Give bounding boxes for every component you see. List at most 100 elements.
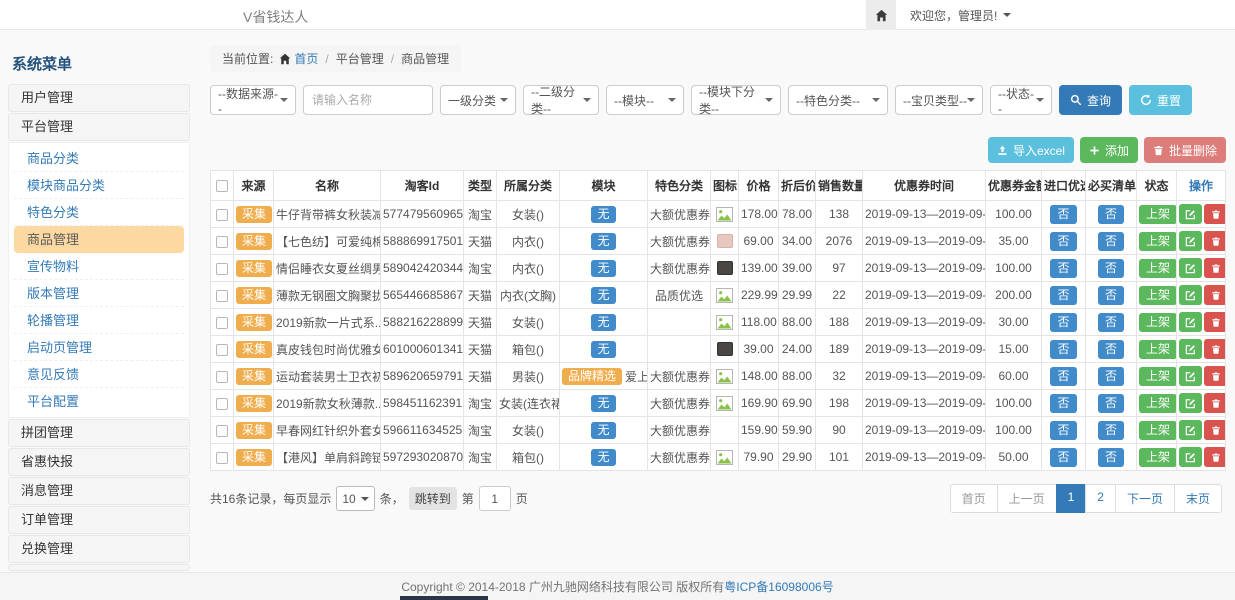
pager-button-1[interactable]: 1 xyxy=(1056,484,1087,513)
edit-button[interactable] xyxy=(1179,393,1202,413)
sidebar-item-意见反馈[interactable]: 意见反馈 xyxy=(14,361,184,388)
import-select-toggle[interactable]: 否 xyxy=(1050,313,1076,332)
import-select-toggle[interactable]: 否 xyxy=(1050,448,1076,467)
sidebar-group-clipped[interactable] xyxy=(8,564,190,571)
page-size-select[interactable]: 10 xyxy=(336,486,374,511)
sidebar-group-消息管理[interactable]: 消息管理 xyxy=(8,477,190,505)
sidebar-item-特色分类[interactable]: 特色分类 xyxy=(14,199,184,226)
must-buy-toggle[interactable]: 否 xyxy=(1098,313,1124,332)
must-buy-toggle[interactable]: 否 xyxy=(1098,286,1124,305)
status-toggle[interactable]: 上架 xyxy=(1139,313,1177,332)
must-buy-toggle[interactable]: 否 xyxy=(1098,394,1124,413)
pager-button-首页[interactable]: 首页 xyxy=(950,484,998,513)
status-toggle[interactable]: 上架 xyxy=(1139,421,1177,440)
delete-button[interactable] xyxy=(1204,285,1226,305)
status-toggle[interactable]: 上架 xyxy=(1139,286,1177,305)
status-toggle[interactable]: 上架 xyxy=(1139,259,1177,278)
sidebar-item-版本管理[interactable]: 版本管理 xyxy=(14,280,184,307)
filter-select-8[interactable]: --状态-- xyxy=(990,85,1052,115)
sidebar-group-兑换管理[interactable]: 兑换管理 xyxy=(8,535,190,563)
pager-button-上一页[interactable]: 上一页 xyxy=(997,484,1057,513)
filter-select-2[interactable]: 一级分类 xyxy=(440,85,516,115)
name-search-input[interactable] xyxy=(303,85,433,115)
pager-button-末页[interactable]: 末页 xyxy=(1174,484,1222,513)
batch-delete-button[interactable]: 批量删除 xyxy=(1144,137,1226,163)
breadcrumb-home-link[interactable]: 首页 xyxy=(294,50,318,67)
delete-button[interactable] xyxy=(1204,447,1226,467)
sidebar-group-拼团管理[interactable]: 拼团管理 xyxy=(8,419,190,447)
filter-select-6[interactable]: --特色分类-- xyxy=(788,85,888,115)
sidebar-item-平台配置[interactable]: 平台配置 xyxy=(14,388,184,415)
jump-page-input[interactable] xyxy=(479,486,511,511)
status-toggle[interactable]: 上架 xyxy=(1139,232,1177,251)
sidebar-group-订单管理[interactable]: 订单管理 xyxy=(8,506,190,534)
sidebar-item-轮播管理[interactable]: 轮播管理 xyxy=(14,307,184,334)
must-buy-toggle[interactable]: 否 xyxy=(1098,448,1124,467)
status-toggle[interactable]: 上架 xyxy=(1139,205,1177,224)
icp-link[interactable]: 粤ICP备16098006号 xyxy=(724,578,833,595)
home-button[interactable] xyxy=(866,0,896,30)
filter-select-3[interactable]: --二级分类-- xyxy=(523,85,599,115)
row-checkbox[interactable] xyxy=(216,209,228,221)
sidebar-group-用户管理[interactable]: 用户管理 xyxy=(8,84,190,112)
row-checkbox[interactable] xyxy=(216,452,228,464)
pager-button-下一页[interactable]: 下一页 xyxy=(1115,484,1175,513)
edit-button[interactable] xyxy=(1179,258,1202,278)
import-select-toggle[interactable]: 否 xyxy=(1050,232,1076,251)
delete-button[interactable] xyxy=(1204,204,1226,224)
status-toggle[interactable]: 上架 xyxy=(1139,367,1177,386)
sidebar-group-平台管理[interactable]: 平台管理 xyxy=(8,113,190,141)
status-toggle[interactable]: 上架 xyxy=(1139,394,1177,413)
delete-button[interactable] xyxy=(1204,231,1226,251)
must-buy-toggle[interactable]: 否 xyxy=(1098,340,1124,359)
edit-button[interactable] xyxy=(1179,366,1202,386)
delete-button[interactable] xyxy=(1204,366,1226,386)
row-checkbox[interactable] xyxy=(216,425,228,437)
row-checkbox[interactable] xyxy=(216,290,228,302)
delete-button[interactable] xyxy=(1204,339,1226,359)
edit-button[interactable] xyxy=(1179,204,1202,224)
must-buy-toggle[interactable]: 否 xyxy=(1098,259,1124,278)
pager-button-2[interactable]: 2 xyxy=(1085,484,1116,513)
sidebar-item-商品分类[interactable]: 商品分类 xyxy=(14,145,184,172)
sidebar-group-省惠快报[interactable]: 省惠快报 xyxy=(8,448,190,476)
row-checkbox[interactable] xyxy=(216,236,228,248)
edit-button[interactable] xyxy=(1179,420,1202,440)
sidebar-item-启动页管理[interactable]: 启动页管理 xyxy=(14,334,184,361)
delete-button[interactable] xyxy=(1204,393,1226,413)
delete-button[interactable] xyxy=(1204,312,1226,332)
import-select-toggle[interactable]: 否 xyxy=(1050,394,1076,413)
import-select-toggle[interactable]: 否 xyxy=(1050,367,1076,386)
import-select-toggle[interactable]: 否 xyxy=(1050,259,1076,278)
user-menu[interactable]: 欢迎您，管理员! xyxy=(910,7,1011,24)
import-select-toggle[interactable]: 否 xyxy=(1050,205,1076,224)
must-buy-toggle[interactable]: 否 xyxy=(1098,205,1124,224)
reset-button[interactable]: 重置 xyxy=(1129,85,1192,115)
sidebar-item-商品管理[interactable]: 商品管理 xyxy=(14,226,184,253)
edit-button[interactable] xyxy=(1179,231,1202,251)
filter-select-0[interactable]: --数据来源-- xyxy=(210,85,296,115)
status-toggle[interactable]: 上架 xyxy=(1139,340,1177,359)
add-button[interactable]: 添加 xyxy=(1080,137,1138,163)
edit-button[interactable] xyxy=(1179,312,1202,332)
row-checkbox[interactable] xyxy=(216,371,228,383)
status-toggle[interactable]: 上架 xyxy=(1139,448,1177,467)
row-checkbox[interactable] xyxy=(216,317,228,329)
import-select-toggle[interactable]: 否 xyxy=(1050,421,1076,440)
row-checkbox[interactable] xyxy=(216,398,228,410)
search-button[interactable]: 查询 xyxy=(1059,85,1122,115)
select-all-checkbox[interactable] xyxy=(216,180,228,192)
edit-button[interactable] xyxy=(1179,447,1202,467)
import-excel-button[interactable]: 导入excel xyxy=(988,137,1074,163)
import-select-toggle[interactable]: 否 xyxy=(1050,286,1076,305)
jump-button[interactable]: 跳转到 xyxy=(409,487,457,510)
import-select-toggle[interactable]: 否 xyxy=(1050,340,1076,359)
delete-button[interactable] xyxy=(1204,258,1226,278)
row-checkbox[interactable] xyxy=(216,263,228,275)
sidebar-item-模块商品分类[interactable]: 模块商品分类 xyxy=(14,172,184,199)
must-buy-toggle[interactable]: 否 xyxy=(1098,421,1124,440)
sidebar-item-宣传物料[interactable]: 宣传物料 xyxy=(14,253,184,280)
edit-button[interactable] xyxy=(1179,285,1202,305)
must-buy-toggle[interactable]: 否 xyxy=(1098,367,1124,386)
filter-select-5[interactable]: --模块下分类-- xyxy=(691,85,781,115)
